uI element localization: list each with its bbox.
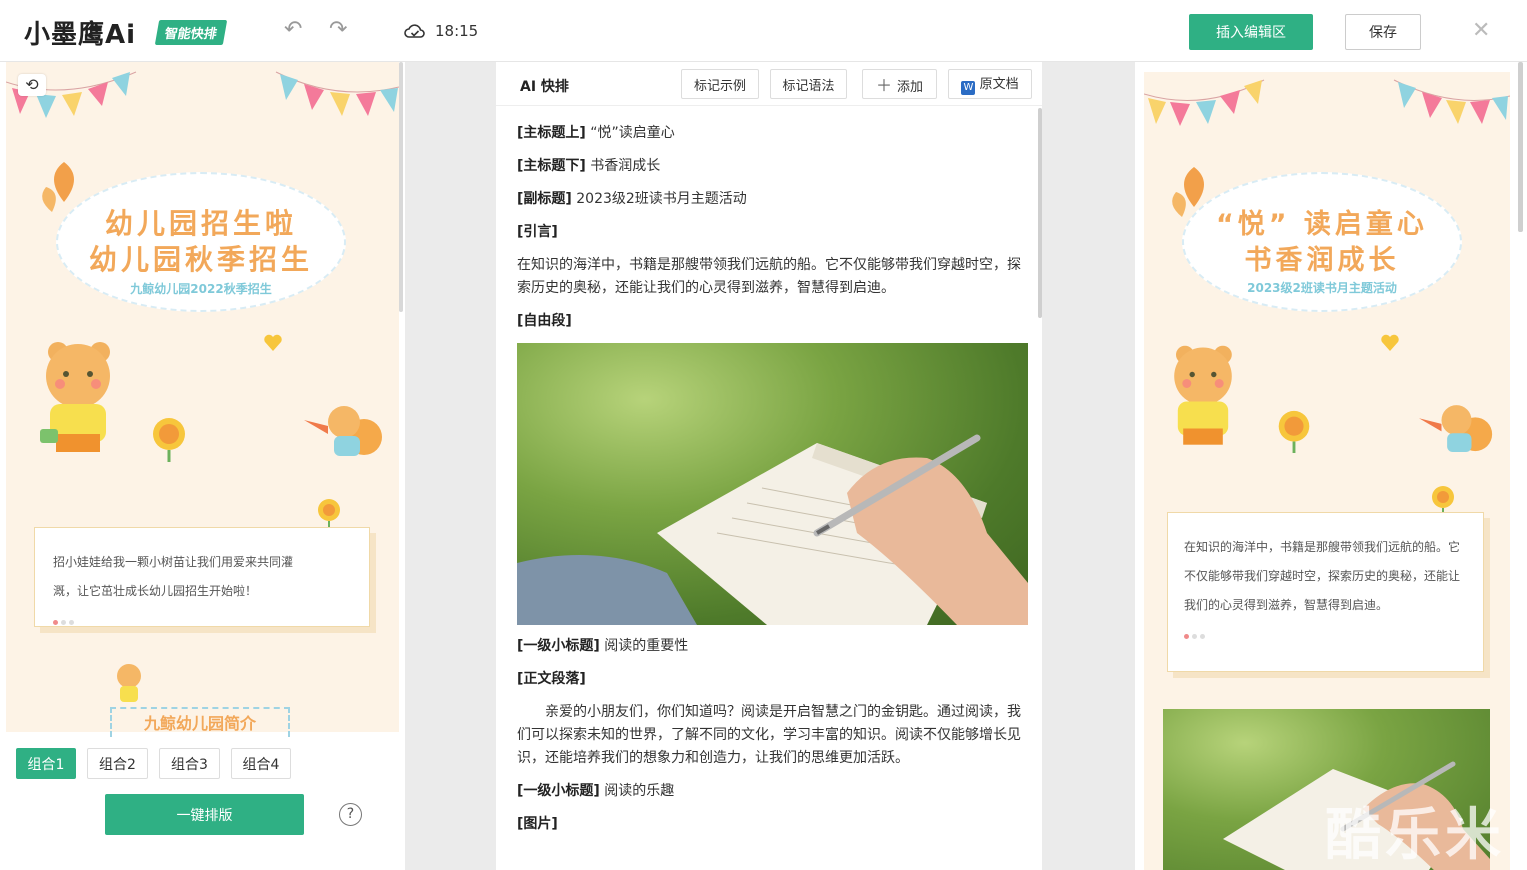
close-icon[interactable]: ✕: [1472, 18, 1490, 43]
small-sunflower-icon: [318, 499, 340, 529]
plus-icon: ＋: [875, 76, 898, 95]
poster-title-top: 幼儿园招生啦: [104, 207, 297, 240]
template-preview-panel: 幼儿园招生啦 幼儿园秋季招生 九鲸幼儿园2022秋季招生 招小娃娃给我一颗小树苗…: [0, 62, 405, 870]
undo-icon[interactable]: ↶: [284, 18, 302, 42]
row-tag: [正文段落]: [517, 671, 586, 687]
reset-icon[interactable]: ⟲: [18, 74, 46, 96]
editor-content[interactable]: [主标题上] “悦”读启童心 [主标题下] 书香润成长 [副标题] 2023级2…: [517, 122, 1028, 846]
content-row: [正文段落]: [517, 668, 1027, 691]
watermark: 酷乐米: [1325, 803, 1505, 868]
row-tag: [图片]: [517, 816, 558, 832]
original-doc-label: 原文档: [979, 77, 1019, 92]
body-paragraph: 亲爱的小朋友们，你们知道吗？阅读是开启智慧之门的金钥匙。通过阅读，我们可以探索未…: [517, 704, 1021, 766]
heart-icon: [1381, 334, 1399, 351]
cloud-saved-icon: [404, 24, 425, 38]
intro-paragraph: 在知识的海洋中，书籍是那艘带领我们远航的船。它不仅能够带我们穿越时空，探索历史的…: [517, 257, 1021, 296]
redo-icon[interactable]: ↷: [329, 18, 347, 42]
content-row: [引言]: [517, 221, 1027, 244]
bear-illustration: [40, 342, 110, 452]
result-poster[interactable]: “悦” 读启童心 书香润成长 2023级2班读书月主题活动 在知识的海洋中，书籍…: [1144, 72, 1510, 870]
row-tag: [副标题]: [517, 191, 572, 207]
app-logo: 小墨鹰Ai: [24, 20, 137, 50]
row-tag: [主标题上]: [517, 125, 586, 141]
content-row: [一级小标题] 阅读的乐趣: [517, 780, 1027, 803]
row-tag: [自由段]: [517, 313, 572, 329]
bunting-decoration: [1144, 79, 1510, 126]
content-row: [一级小标题] 阅读的重要性: [517, 635, 1027, 658]
card-dots: [53, 610, 351, 629]
content-row: [主标题下] 书香润成长: [517, 155, 1027, 178]
row-text: 阅读的重要性: [604, 638, 689, 654]
row-tag: [主标题下]: [517, 158, 586, 174]
help-icon[interactable]: ?: [339, 803, 362, 826]
group-button-2[interactable]: 组合2: [87, 748, 148, 779]
save-button[interactable]: 保存: [1345, 14, 1421, 50]
ai-layout-editor: AI 快排 标记示例 标记语法 ＋ 添加 W 原文档 [主标题上] “悦”读启童…: [496, 62, 1042, 870]
small-bear-icon: [117, 664, 141, 702]
poster-subtitle: 2023级2班读书月主题活动: [1247, 281, 1397, 295]
mark-example-button[interactable]: 标记示例: [681, 69, 759, 99]
content-row: [图片]: [517, 813, 1027, 836]
content-row: [自由段]: [517, 310, 1027, 333]
row-text: 书香润成长: [590, 158, 661, 174]
top-bar: 小墨鹰Ai 智能快排 ↶ ↷ 18:15 插入编辑区 保存 ✕: [0, 0, 1527, 62]
intro-card: 招小娃娃给我一颗小树苗让我们用爱来共同灌 溉，让它茁壮成长幼儿园招生开始啦！: [34, 527, 370, 627]
poster-title-top: “悦” 读启童心: [1216, 209, 1428, 240]
group-button-1[interactable]: 组合1: [16, 748, 76, 779]
bear-illustration: [1174, 345, 1232, 445]
notebook-writing-image: [517, 434, 1028, 625]
reading-photo[interactable]: [517, 343, 1028, 625]
heart-icon: [264, 334, 282, 351]
card-dots: [1184, 624, 1467, 643]
content-row: [副标题] 2023级2班读书月主题活动: [517, 188, 1027, 211]
intro-card-line-2: 溉，让它茁壮成长幼儿园招生开始啦！: [53, 584, 258, 598]
intro-card: 在知识的海洋中，书籍是那艘带领我们远航的船。它不仅能够带我们穿越时空，探索历史的…: [1167, 512, 1484, 672]
editor-scrollbar[interactable]: [1038, 108, 1042, 318]
poster-title-bottom: 书香润成长: [1244, 245, 1400, 276]
poster-subtitle: 九鲸幼儿园2022秋季招生: [130, 282, 272, 296]
row-tag: [引言]: [517, 224, 558, 240]
row-text: “悦”读启童心: [590, 125, 675, 141]
insert-editor-button[interactable]: 插入编辑区: [1189, 14, 1313, 50]
poster-title-bottom: 幼儿园秋季招生: [88, 243, 313, 276]
row-text: 2023级2班读书月主题活动: [576, 191, 747, 207]
row-tag: [一级小标题]: [517, 638, 600, 654]
editor-title: AI 快排: [520, 79, 569, 95]
mark-syntax-button[interactable]: 标记语法: [770, 69, 847, 99]
sunflower-icon: [153, 418, 185, 462]
save-time: 18:15: [435, 22, 479, 40]
logo-badge: 智能快排: [154, 20, 228, 45]
one-click-layout-button[interactable]: 一键排版: [105, 794, 304, 835]
left-scrollbar[interactable]: [399, 62, 403, 312]
add-button[interactable]: ＋ 添加: [862, 69, 937, 99]
content-row: [主标题上] “悦”读启童心: [517, 122, 1027, 145]
original-doc-button[interactable]: W 原文档: [948, 69, 1032, 99]
kindergarten-intro-banner: 九鲸幼儿园简介: [110, 707, 290, 737]
intro-card-line-1: 招小娃娃给我一颗小树苗让我们用爱来共同灌: [53, 555, 294, 569]
bunting-decoration: [6, 71, 399, 118]
add-button-label: 添加: [897, 80, 924, 95]
intro-card-text: 在知识的海洋中，书籍是那艘带领我们远航的船。它不仅能够带我们穿越时空，探索历史的…: [1184, 540, 1461, 612]
row-text: 阅读的乐趣: [604, 783, 675, 799]
row-tag: [一级小标题]: [517, 783, 600, 799]
editor-header: AI 快排 标记示例 标记语法 ＋ 添加 W 原文档: [496, 62, 1042, 106]
sunflower-icon: [1278, 410, 1310, 453]
result-preview-panel: “悦” 读启童心 书香润成长 2023级2班读书月主题活动 在知识的海洋中，书籍…: [1135, 62, 1527, 870]
squirrel-illustration: [1419, 405, 1493, 452]
word-doc-icon: W: [961, 81, 976, 95]
group-button-3[interactable]: 组合3: [159, 748, 220, 779]
group-button-4[interactable]: 组合4: [231, 748, 291, 779]
squirrel-illustration: [304, 406, 382, 456]
right-scrollbar[interactable]: [1518, 62, 1523, 232]
template-poster[interactable]: 幼儿园招生啦 幼儿园秋季招生 九鲸幼儿园2022秋季招生 招小娃娃给我一颗小树苗…: [6, 62, 399, 732]
